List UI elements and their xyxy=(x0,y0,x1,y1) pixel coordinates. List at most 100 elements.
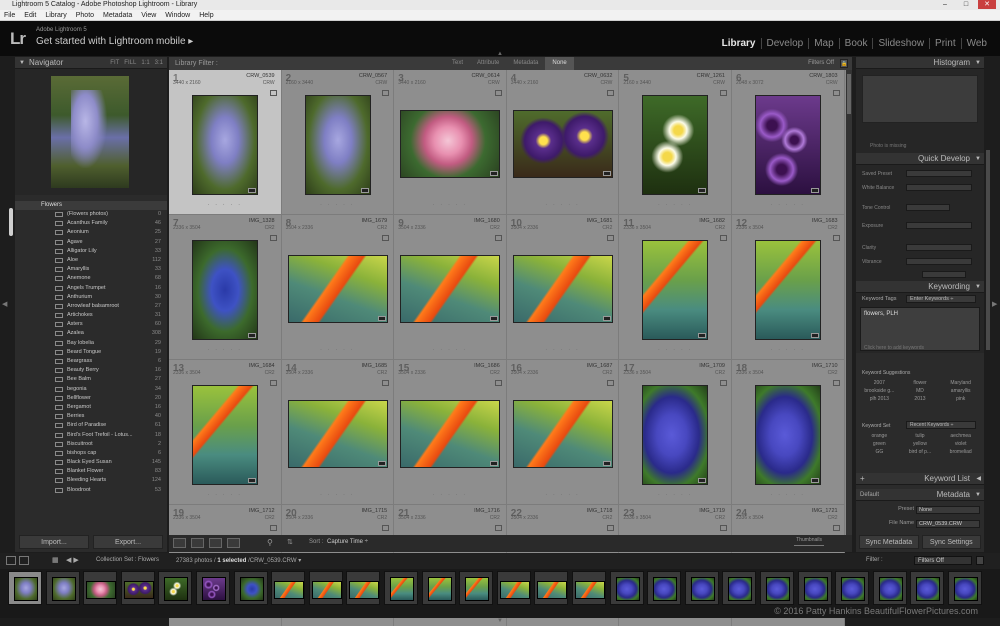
metadata-badge-icon[interactable] xyxy=(382,525,390,531)
metadata-view-dropdown[interactable]: Default xyxy=(860,489,879,501)
loupe-view-icon[interactable] xyxy=(191,538,204,548)
keyword-set-item[interactable]: violet xyxy=(941,441,980,448)
menu-library[interactable]: Library xyxy=(45,10,66,20)
collection-item[interactable]: begonia 34 xyxy=(15,385,167,394)
collection-item[interactable]: Biscuitroot 2 xyxy=(15,440,167,449)
rating-dots[interactable]: · · · · · xyxy=(169,492,281,498)
filmstrip-lock-icon[interactable] xyxy=(976,556,984,565)
grid-cell[interactable]: 10 IMG_1681 3504 x 2336 CR2 · · · · · xyxy=(506,215,620,360)
keyword-set-item[interactable]: bird of p... xyxy=(901,449,940,456)
module-web[interactable]: Web xyxy=(962,38,992,49)
keyword-suggestion[interactable]: MD xyxy=(901,388,940,395)
primary-display-icon[interactable] xyxy=(6,556,16,565)
collection-item[interactable]: Amaryllis 33 xyxy=(15,265,167,274)
metadata-badge-icon[interactable] xyxy=(382,380,390,386)
add-keyword-icon[interactable]: + xyxy=(860,473,865,485)
collection-item[interactable]: Anemone 68 xyxy=(15,274,167,283)
photo-thumbnail[interactable] xyxy=(512,255,613,323)
grid-cell[interactable]: 9 IMG_1680 3504 x 2336 CR2 · · · · · xyxy=(394,215,507,360)
grid-cell[interactable]: 14 IMG_1685 3504 x 2336 CR2 · · · · · xyxy=(281,360,395,505)
selected-file[interactable]: /CRW_0539.CRW ▾ xyxy=(246,558,301,564)
filmstrip-thumbnail[interactable] xyxy=(609,571,644,605)
survey-view-icon[interactable] xyxy=(227,538,240,548)
photo-thumbnail[interactable] xyxy=(642,95,709,195)
export-button[interactable]: Export... xyxy=(93,535,163,549)
grid-shortcut-icon[interactable]: ▦ xyxy=(52,556,59,564)
keyword-suggestion[interactable]: plh 2013 xyxy=(860,396,899,403)
reset-all-button[interactable] xyxy=(922,271,966,278)
collection-item[interactable]: Aeonium 25 xyxy=(15,228,167,237)
metadata-badge-icon[interactable] xyxy=(832,235,840,241)
metadata-badge-icon[interactable] xyxy=(607,525,615,531)
collection-item[interactable]: Bee Balm 27 xyxy=(15,375,167,384)
filmstrip-thumbnail[interactable] xyxy=(534,571,569,605)
filmstrip-thumbnail[interactable] xyxy=(384,571,418,605)
metadata-badge-icon[interactable] xyxy=(269,90,277,96)
metadata-badge-icon[interactable] xyxy=(607,380,615,386)
rating-dots[interactable]: · · · · · xyxy=(282,492,394,498)
auto-tone-button[interactable] xyxy=(906,204,950,211)
badge-icon[interactable] xyxy=(377,461,386,466)
rating-dots[interactable]: · · · · · xyxy=(394,492,506,498)
photo-thumbnail[interactable] xyxy=(192,385,258,485)
menu-file[interactable]: File xyxy=(4,10,15,20)
rating-dots[interactable]: · · · · · xyxy=(619,492,731,498)
grid-scrollbar-thumb[interactable] xyxy=(847,74,851,114)
photo-thumbnail[interactable] xyxy=(400,255,501,323)
filter-lock-icon[interactable]: 🔒 xyxy=(840,59,848,68)
collection-item[interactable]: Aloe 112 xyxy=(15,256,167,265)
filmstrip-thumbnail[interactable] xyxy=(196,571,230,605)
module-book[interactable]: Book xyxy=(840,38,874,49)
filter-tab-none[interactable]: None xyxy=(545,57,574,70)
metadata-badge-icon[interactable] xyxy=(269,380,277,386)
module-map[interactable]: Map xyxy=(809,38,840,49)
grid-cell[interactable]: 1 CRW_0539 3440 x 2160 CRW · · · · · xyxy=(169,70,282,215)
badge-icon[interactable] xyxy=(811,333,819,338)
photo-thumbnail[interactable] xyxy=(512,400,613,468)
collection-item[interactable]: Arrowleaf balsamroot 27 xyxy=(15,302,167,311)
rating-dots[interactable]: · · · · · xyxy=(507,492,619,498)
metadata-badge-icon[interactable] xyxy=(719,525,727,531)
keyword-set-item[interactable]: GG xyxy=(860,449,899,456)
badge-icon[interactable] xyxy=(698,188,707,193)
collection-item[interactable]: Agave 27 xyxy=(15,238,167,247)
grid-cell[interactable]: 6 CRW_1803 2048 x 3072 CRW · · · · · xyxy=(732,70,845,215)
rating-dots[interactable]: · · · · · xyxy=(282,202,394,208)
collection-item[interactable]: Azalea 308 xyxy=(15,329,167,338)
badge-icon[interactable] xyxy=(698,333,707,338)
exposure-stepper[interactable] xyxy=(906,222,972,229)
collection-item[interactable]: Bloodroot 53 xyxy=(15,486,167,495)
badge-icon[interactable] xyxy=(490,316,499,321)
keyword-set-item[interactable]: tulip xyxy=(901,433,940,440)
collection-item[interactable]: (Flowers photos) 0 xyxy=(15,210,167,219)
module-develop[interactable]: Develop xyxy=(762,38,810,49)
badge-icon[interactable] xyxy=(602,316,611,321)
badge-icon[interactable] xyxy=(698,478,707,483)
rating-dots[interactable]: · · · · · xyxy=(394,202,506,208)
collection-item[interactable]: Berries 40 xyxy=(15,412,167,421)
metadata-badge-icon[interactable] xyxy=(382,235,390,241)
filmstrip-filter-dropdown[interactable]: Filters Off xyxy=(914,556,972,565)
secondary-display-icon[interactable] xyxy=(19,556,29,565)
quick-develop-header[interactable]: Quick Develop ▼ xyxy=(856,153,984,165)
metadata-badge-icon[interactable] xyxy=(832,525,840,531)
close-button[interactable]: ✕ xyxy=(978,0,996,9)
filmstrip-thumbnail[interactable] xyxy=(308,571,343,605)
photo-thumbnail[interactable] xyxy=(287,400,388,468)
module-library[interactable]: Library xyxy=(717,38,762,49)
keyword-set-item[interactable]: green xyxy=(860,441,899,448)
filmstrip-thumbnail[interactable] xyxy=(45,571,80,605)
keyword-tags-dropdown[interactable]: Enter Keywords ÷ xyxy=(906,295,976,303)
collection-item[interactable]: Acanthus Family 46 xyxy=(15,219,167,228)
filmstrip-thumbnail[interactable] xyxy=(948,571,982,605)
metadata-badge-icon[interactable] xyxy=(269,235,277,241)
filmstrip-thumbnail[interactable] xyxy=(835,571,870,605)
import-button[interactable]: Import... xyxy=(19,535,89,549)
badge-icon[interactable] xyxy=(360,188,369,193)
maximize-button[interactable]: □ xyxy=(957,0,975,9)
add-keywords-hint[interactable]: Click here to add keywords xyxy=(864,345,924,351)
grid-cell[interactable]: 16 IMG_1687 3504 x 2336 CR2 · · · · · xyxy=(506,360,620,505)
sync-settings-button[interactable]: Sync Settings xyxy=(921,535,981,549)
module-print[interactable]: Print xyxy=(930,38,962,49)
rating-dots[interactable]: · · · · · xyxy=(732,202,844,208)
